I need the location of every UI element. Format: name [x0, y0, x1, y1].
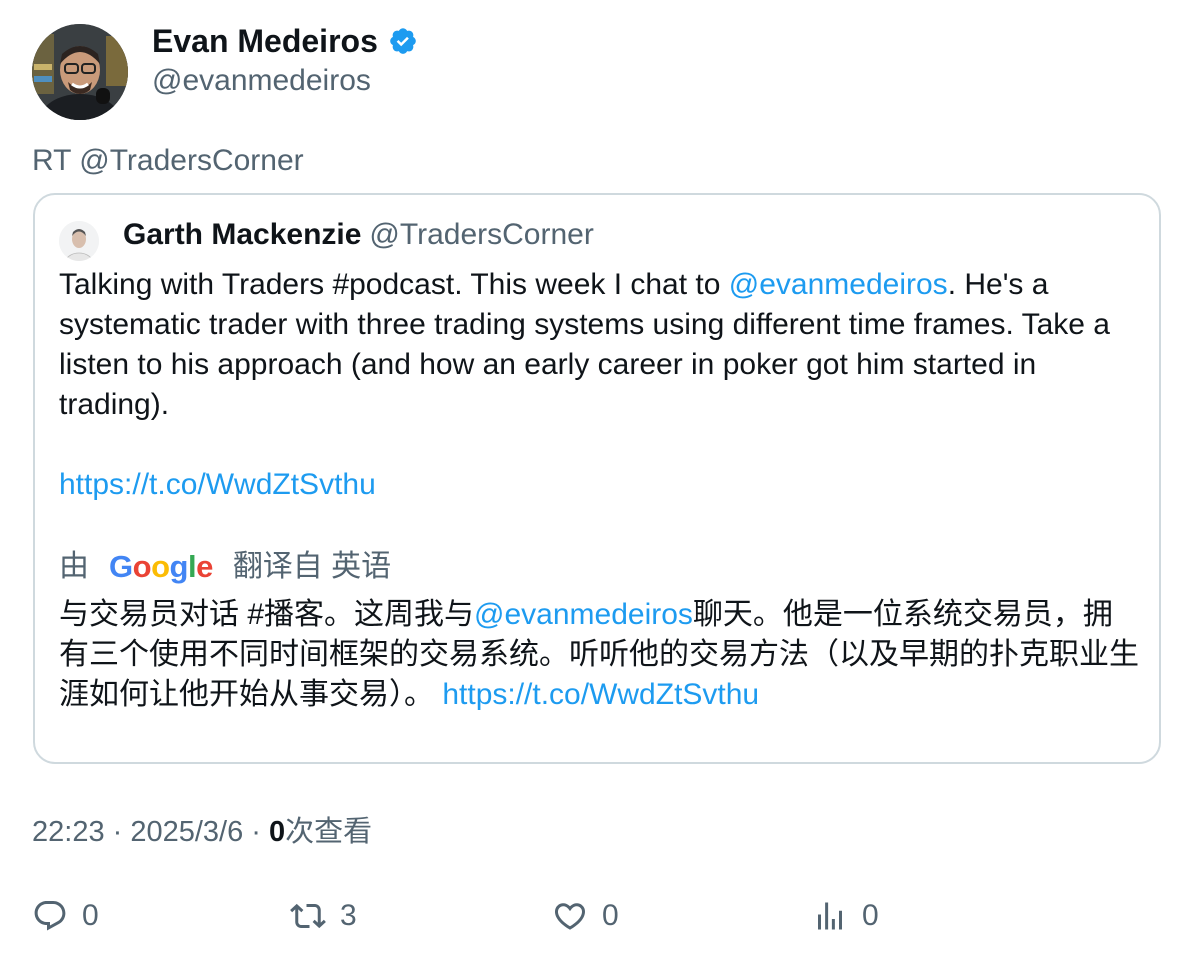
retweet-count: 3 [340, 899, 357, 932]
views-button[interactable]: 0 [812, 898, 879, 934]
views-action-count: 0 [862, 899, 879, 932]
author-name[interactable]: Evan Medeiros [152, 22, 378, 60]
like-count: 0 [602, 899, 619, 932]
translate-suffix: 翻译自 英语 [232, 550, 392, 583]
views-count: 0 [269, 816, 286, 848]
tweet-meta: 22:23 · 2025/3/6 · 0次查看 [32, 816, 373, 848]
quoted-author-handle[interactable]: @TradersCorner [369, 218, 593, 251]
quoted-tweet[interactable]: Garth Mackenzie @TradersCorner Talking wi… [33, 193, 1161, 764]
quoted-text: Talking with Traders #podcast. This week… [59, 265, 1139, 425]
author-name-row: Evan Medeiros [152, 22, 418, 60]
quoted-author-name[interactable]: Garth Mackenzie [123, 218, 361, 251]
translated-text: 与交易员对话 #播客。这周我与@evanmedeiros聊天。他是一位系统交易员… [59, 595, 1139, 715]
tweet-time[interactable]: 22:23 [32, 816, 105, 848]
quoted-author-photo [59, 221, 99, 261]
author-avatar[interactable] [32, 24, 128, 120]
translated-text-part1: 与交易员对话 #播客。这周我与 [59, 598, 475, 631]
translated-mention-link[interactable]: @evanmedeiros [474, 598, 693, 631]
quoted-avatar[interactable] [59, 221, 99, 261]
translated-url-link[interactable]: https://t.co/WwdZtSvthu [442, 678, 759, 711]
heart-icon [554, 903, 586, 930]
action-bar: 0 3 0 0 [32, 898, 1132, 942]
quoted-url-link[interactable]: https://t.co/WwdZtSvthu [59, 465, 376, 505]
google-logo: Google [109, 549, 213, 584]
quoted-header: Garth Mackenzie @TradersCorner [123, 215, 594, 255]
verified-badge-icon [388, 26, 418, 56]
reply-count: 0 [82, 899, 99, 932]
retweet-button[interactable]: 3 [290, 898, 357, 934]
author-photo [32, 24, 128, 120]
reply-icon [34, 901, 66, 931]
retweet-icon [290, 903, 326, 929]
like-button[interactable]: 0 [552, 898, 619, 934]
tweet-date[interactable]: 2025/3/6 [130, 816, 243, 848]
author-handle[interactable]: @evanmedeiros [152, 62, 371, 100]
quoted-mention-link[interactable]: @evanmedeiros [729, 268, 948, 301]
quoted-text-part1: Talking with Traders #podcast. This week… [59, 268, 729, 301]
views-chart-icon [818, 902, 842, 930]
translation-attribution: 由 Google 翻译自 英语 [59, 547, 391, 587]
translate-prefix: 由 [59, 550, 89, 583]
views-label: 次查看 [285, 816, 373, 848]
retweet-line: RT @TradersCorner [32, 144, 304, 177]
reply-button[interactable]: 0 [32, 898, 99, 934]
